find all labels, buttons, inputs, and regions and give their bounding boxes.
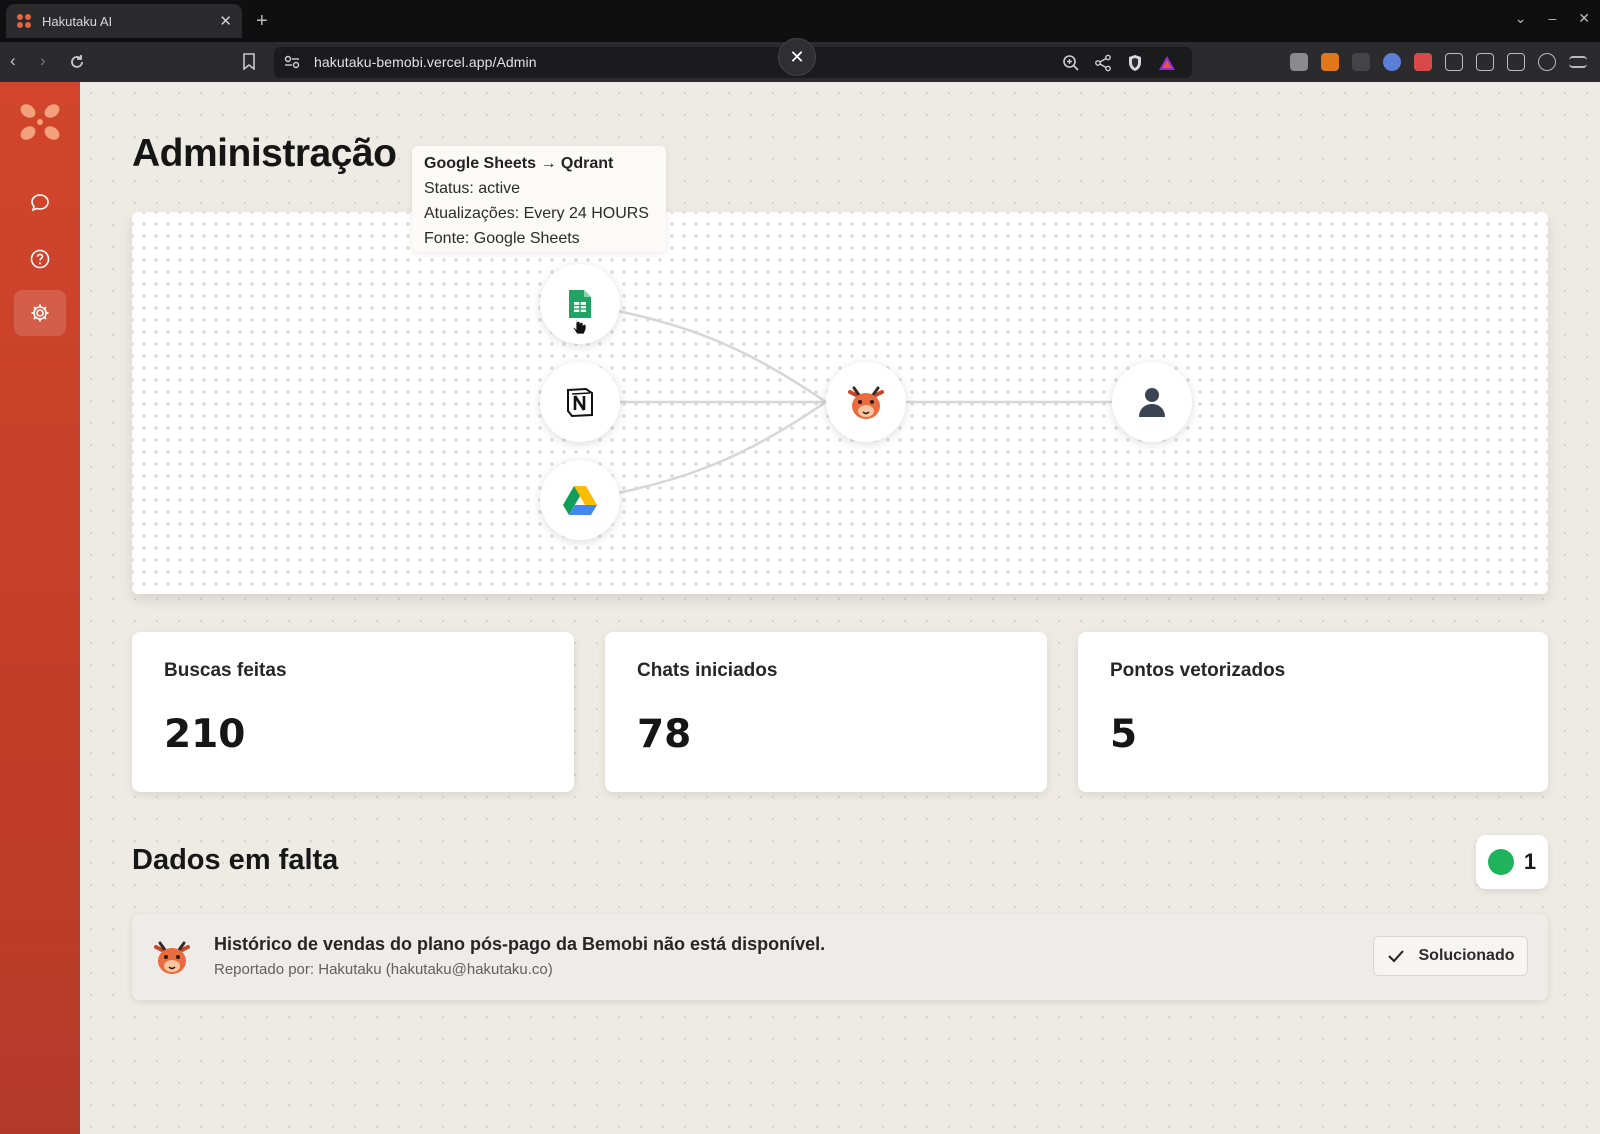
new-tab-icon[interactable]: + [256,10,268,33]
sidebar-toggle-icon[interactable] [1476,53,1494,71]
google-drive-icon [563,486,597,515]
bookmark-icon[interactable] [242,53,256,70]
status-dot-icon [1487,849,1514,875]
tab-close-icon[interactable]: ✕ [219,12,232,30]
help-icon [30,249,50,269]
hakutaku-favicon-icon [17,14,31,28]
menu-icon[interactable] [1569,56,1587,68]
reload-icon[interactable] [68,53,86,71]
chat-icon [31,194,49,212]
source-node-google-drive[interactable] [540,460,620,540]
missing-data-description: Histórico de vendas do plano pós-pago da… [214,934,826,954]
notion-icon [567,387,593,418]
google-sheets-icon [569,290,591,318]
browser-tab-bar: Hakutaku AI ✕ + ⌄ – ✕ [0,0,1600,42]
close-overlay-icon[interactable]: ✕ [778,38,816,76]
resolve-button-label: Solucionado [1418,947,1515,964]
missing-data-count: 1 [1523,849,1537,874]
stat-label: Buscas feitas [164,660,287,681]
sidebar-item-settings[interactable] [14,290,66,336]
extension-icon[interactable] [1352,53,1370,71]
url-text: hakutaku-bemobi.vercel.app/Admin [314,54,537,70]
resolve-button[interactable]: Solucionado [1373,936,1528,976]
extension-icon[interactable] [1383,53,1401,71]
flow-tooltip: Google Sheets → Qdrant Status: active At… [412,146,666,252]
browser-tab[interactable]: Hakutaku AI ✕ [6,4,242,38]
back-icon[interactable]: ‹ [10,51,16,71]
brave-rewards-icon[interactable] [1158,54,1176,72]
extension-icon[interactable] [1290,53,1308,71]
wallet-icon[interactable] [1507,53,1525,71]
forward-icon[interactable]: › [40,51,46,71]
main-content: Administração Google Sheets → Qdrant Sta… [80,82,1600,1134]
minimize-icon[interactable]: – [1548,10,1556,27]
missing-data-count-badge: 1 [1476,835,1548,889]
target-node-user[interactable] [1112,362,1192,442]
tooltip-updates: Atualizações: Every 24 HOURS [424,205,649,222]
share-icon[interactable] [1094,54,1112,72]
stat-card-searches: Buscas feitas 210 [132,632,574,792]
stat-label: Chats iniciados [637,660,778,681]
page-title: Administração [132,132,397,175]
brave-shield-icon[interactable] [1126,54,1144,72]
extension-icon[interactable] [1414,53,1432,71]
zoom-icon[interactable] [1062,54,1080,72]
sidebar-item-chat[interactable] [14,180,66,226]
missing-data-reporter: Reportado por: Hakutaku (hakutaku@hakuta… [214,961,553,978]
sidebar-item-help[interactable] [14,236,66,282]
tooltip-source: Fonte: Google Sheets [424,230,580,247]
source-node-notion[interactable] [540,362,620,442]
user-icon [1139,388,1165,417]
site-settings-icon[interactable] [284,55,300,69]
extensions-puzzle-icon[interactable] [1445,53,1463,71]
missing-data-title: Dados em falta [132,844,339,876]
tooltip-title: Google Sheets → Qdrant [424,155,614,172]
stat-card-vectorized-points: Pontos vetorizados 5 [1078,632,1548,792]
hub-node-hakutaku[interactable] [826,362,906,442]
stat-label: Pontos vetorizados [1110,660,1286,681]
hakutaku-mascot-icon [154,941,190,974]
window-close-icon[interactable]: ✕ [1578,10,1590,27]
pointer-cursor-icon [572,318,587,335]
tab-list-chevron-icon[interactable]: ⌄ [1515,10,1527,27]
check-icon [1387,950,1404,963]
stat-card-chats: Chats iniciados 78 [605,632,1047,792]
metamask-extension-icon[interactable] [1321,53,1339,71]
stat-value: 5 [1110,712,1138,757]
settings-icon [31,304,49,322]
hakutaku-mascot-icon [848,386,884,419]
data-flow-diagram [132,212,1548,594]
address-bar[interactable]: hakutaku-bemobi.vercel.app/Admin [274,47,1192,78]
app-sidebar [0,82,80,1134]
hakutaku-logo-icon[interactable] [18,102,62,142]
stat-value: 78 [637,712,692,757]
stat-value: 210 [164,712,246,757]
missing-data-item: Histórico de vendas do plano pós-pago da… [132,914,1548,1000]
tab-title: Hakutaku AI [42,13,113,29]
leo-ai-icon[interactable] [1538,53,1556,71]
tooltip-status: Status: active [424,180,521,197]
